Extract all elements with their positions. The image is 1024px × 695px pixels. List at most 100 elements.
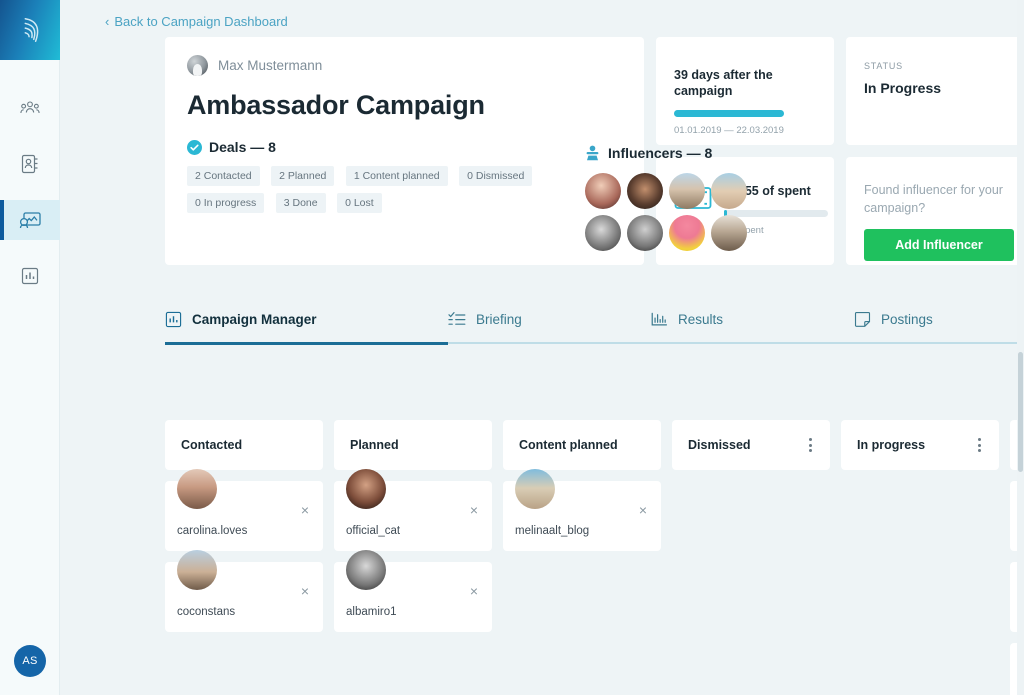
main-content: ‹ Back to Campaign Dashboard Max Musterm… (60, 0, 1024, 695)
official-cat-avatar (346, 469, 386, 509)
status-card: STATUS In Progress (846, 37, 1024, 145)
back-to-dashboard-link[interactable]: ‹ Back to Campaign Dashboard (60, 0, 288, 29)
column-title: Contacted (181, 438, 242, 452)
sidebar-item-contacts[interactable] (0, 144, 60, 184)
influencer-avatar-3[interactable] (669, 173, 705, 209)
influencer-card-name: carolina.loves (177, 525, 247, 537)
owner-name: Max Mustermann (218, 58, 322, 73)
column-cards: official_cat × albamiro1 × (334, 481, 492, 632)
back-link-label: Back to Campaign Dashboard (114, 14, 287, 29)
column-menu-icon[interactable] (809, 438, 814, 452)
column-cards: melinaalt_blog × (503, 481, 661, 551)
address-book-icon (21, 154, 39, 174)
influencer-card[interactable]: melinaalt_blog × (503, 481, 661, 551)
chart-box-icon (165, 311, 182, 328)
column-title: Dismissed (688, 438, 751, 452)
add-influencer-text: Found influencer for your campaign? (864, 181, 1006, 217)
deal-badge: 3 Done (276, 193, 326, 213)
remove-card-icon[interactable]: × (470, 584, 478, 598)
influencer-card[interactable]: official_cat × (334, 481, 492, 551)
deals-label: Deals — 8 (209, 139, 276, 155)
influencer-avatar-4[interactable] (711, 173, 747, 209)
avatar[interactable]: AS (14, 645, 46, 677)
influencer-card[interactable]: albamiro1 × (334, 562, 492, 632)
remove-card-icon[interactable]: × (301, 584, 309, 598)
tab-results-label: Results (678, 312, 723, 327)
influencers-section: Influencers — 8 (585, 145, 785, 251)
influencer-card[interactable]: carolina.loves × (165, 481, 323, 551)
deal-badge: 0 Dismissed (459, 166, 532, 186)
avatar-initials: AS (22, 655, 37, 667)
deal-badge: 0 Lost (337, 193, 382, 213)
kanban-column-content-planned: Content planned melinaalt_blog × (503, 420, 661, 695)
column-cards: carolina.loves × coconstans × (165, 481, 323, 632)
days-card: 39 days after the campaign 01.01.2019 — … (656, 37, 834, 145)
tab-bar: Campaign Manager Briefing Results Postin… (165, 296, 1024, 344)
add-influencer-card: Found influencer for your campaign? Add … (846, 157, 1024, 265)
column-title: Planned (350, 438, 399, 452)
bar-chart-icon (21, 267, 39, 285)
deal-badge: 1 Content planned (346, 166, 448, 186)
days-title: 39 days after the campaign (674, 67, 816, 99)
column-title: Content planned (519, 438, 618, 452)
deal-badges: 2 Contacted 2 Planned 1 Content planned … (187, 166, 587, 220)
kanban-board: Contacted carolina.loves × coconstans × … (165, 420, 1024, 695)
kanban-column-planned: Planned official_cat × albamiro1 × (334, 420, 492, 695)
tab-campaign-manager-label: Campaign Manager (192, 312, 317, 327)
remove-card-icon[interactable]: × (639, 503, 647, 517)
kanban-column-contacted: Contacted carolina.loves × coconstans × (165, 420, 323, 695)
remove-card-icon[interactable]: × (470, 503, 478, 517)
scrollbar-thumb[interactable] (1018, 352, 1023, 472)
sidebar-item-audiences[interactable] (0, 88, 60, 128)
tab-results[interactable]: Results (651, 295, 854, 343)
deals-heading: Deals — 8 (187, 139, 622, 155)
column-header[interactable]: Dismissed (672, 420, 830, 470)
vertical-scrollbar[interactable] (1017, 0, 1024, 695)
remove-card-icon[interactable]: × (301, 503, 309, 517)
check-circle-icon (187, 140, 202, 155)
deal-badge: 0 In progress (187, 193, 264, 213)
campaign-card-icon (19, 211, 41, 229)
tab-postings[interactable]: Postings (854, 295, 1024, 343)
campaign-owner: Max Mustermann (187, 55, 622, 76)
checklist-icon (448, 311, 466, 327)
deal-badge: 2 Planned (271, 166, 334, 186)
column-header[interactable]: Content planned (503, 420, 661, 470)
chevron-left-icon: ‹ (105, 14, 109, 29)
column-header[interactable]: Planned (334, 420, 492, 470)
influencer-card-name: albamiro1 (346, 606, 397, 618)
brand-logo[interactable] (0, 0, 60, 60)
column-title: In progress (857, 438, 925, 452)
add-influencer-button[interactable]: Add Influencer (864, 229, 1014, 261)
carolina-avatar (177, 469, 217, 509)
column-menu-icon[interactable] (978, 438, 983, 452)
influencer-card-name: melinaalt_blog (515, 525, 589, 537)
influencer-avatar-6[interactable] (627, 215, 663, 251)
sidebar-item-analytics[interactable] (0, 256, 60, 296)
status-label: STATUS (864, 61, 1006, 71)
albamiro1-avatar (346, 550, 386, 590)
sidebar-item-campaigns[interactable] (0, 200, 60, 240)
stat-column-status: STATUS In Progress Found influencer for … (846, 37, 1024, 265)
tab-campaign-manager[interactable]: Campaign Manager (165, 295, 448, 343)
bar-chart-icon (651, 311, 668, 327)
note-icon (854, 311, 871, 328)
tab-briefing[interactable]: Briefing (448, 295, 651, 343)
brand-logo-icon (15, 15, 45, 45)
tab-postings-label: Postings (881, 312, 933, 327)
column-header[interactable]: In progress (841, 420, 999, 470)
days-date-range: 01.01.2019 — 22.03.2019 (674, 125, 816, 136)
influencer-avatar-8[interactable] (711, 215, 747, 251)
melinaalt-avatar (515, 469, 555, 509)
influencers-heading: Influencers — 8 (585, 145, 785, 161)
kanban-column-dismissed: Dismissed (672, 420, 830, 695)
influencer-card-name: coconstans (177, 606, 235, 618)
influencer-avatar-2[interactable] (627, 173, 663, 209)
column-header[interactable]: Contacted (165, 420, 323, 470)
hero-row: Max Mustermann Ambassador Campaign Deals… (60, 29, 1024, 265)
influencer-card[interactable]: coconstans × (165, 562, 323, 632)
campaign-summary-card: Max Mustermann Ambassador Campaign Deals… (165, 37, 644, 265)
influencer-avatar-7[interactable] (669, 215, 705, 251)
influencer-avatar-1[interactable] (585, 173, 621, 209)
influencer-avatar-5[interactable] (585, 215, 621, 251)
